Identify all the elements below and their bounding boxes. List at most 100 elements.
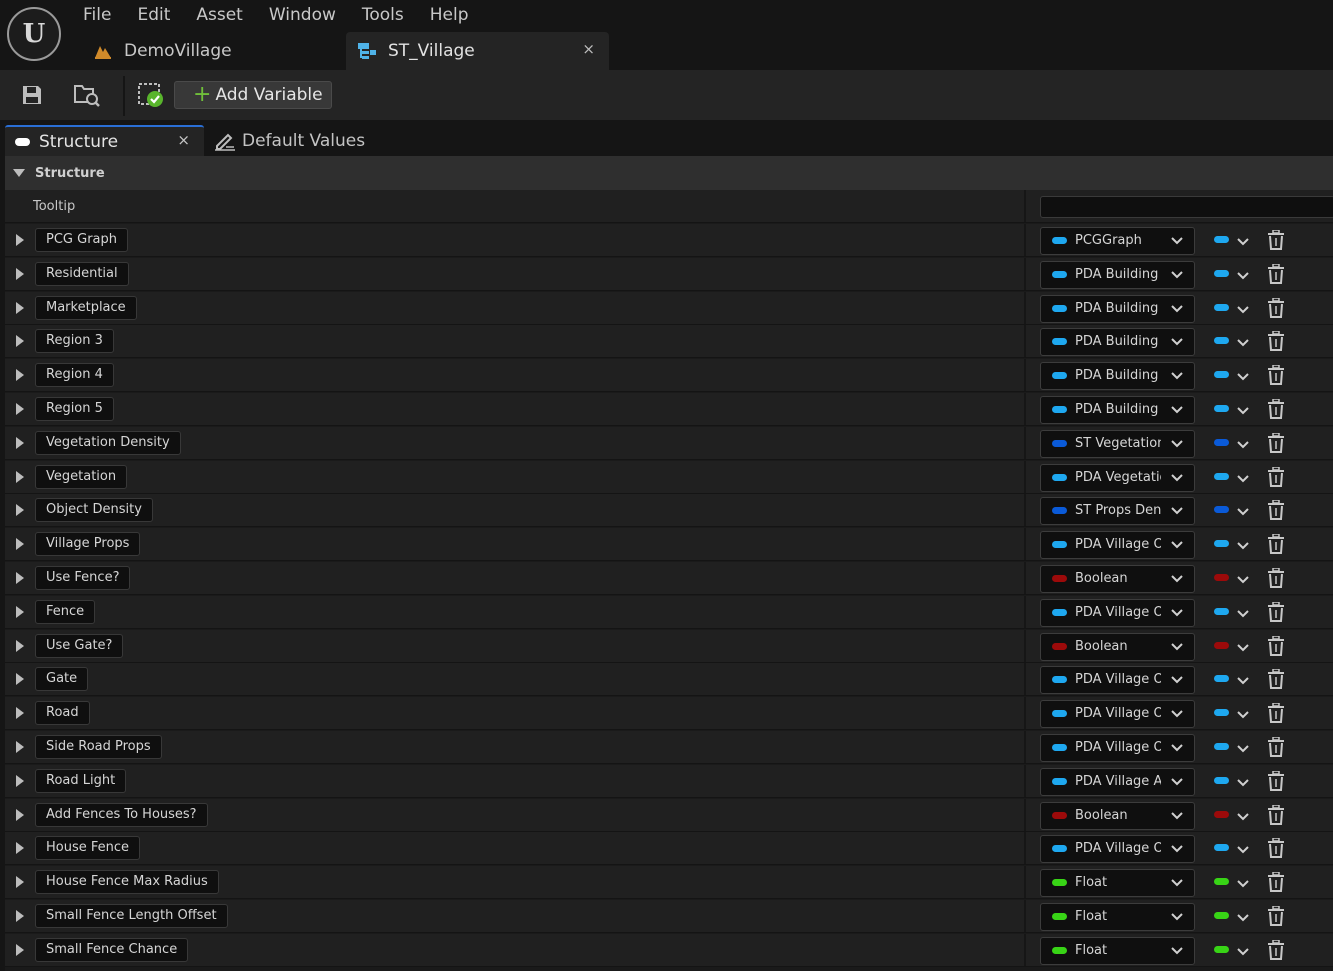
- expand-arrow-icon[interactable]: [16, 436, 24, 449]
- document-tab-st-village[interactable]: ST_Village ×: [346, 32, 609, 70]
- container-type-dropdown[interactable]: [1236, 774, 1250, 793]
- variable-name-field[interactable]: PCG Graph: [35, 228, 128, 252]
- container-type-icon[interactable]: [1214, 641, 1229, 649]
- container-type-icon[interactable]: [1214, 675, 1229, 683]
- column-divider[interactable]: [1024, 359, 1026, 392]
- delete-variable-button[interactable]: [1267, 432, 1285, 457]
- column-divider[interactable]: [1024, 764, 1026, 797]
- collapse-arrow-icon[interactable]: [13, 169, 25, 177]
- expand-arrow-icon[interactable]: [16, 910, 24, 922]
- column-divider[interactable]: [1024, 528, 1026, 561]
- expand-arrow-icon[interactable]: [16, 943, 24, 956]
- expand-arrow-icon[interactable]: [16, 639, 24, 652]
- menu-asset[interactable]: Asset: [183, 0, 255, 30]
- tab-default-values[interactable]: Default Values: [212, 125, 412, 156]
- variable-type-dropdown[interactable]: PDA Building: [1040, 328, 1195, 357]
- delete-variable-button[interactable]: [1267, 567, 1285, 592]
- variable-name-field[interactable]: Small Fence Chance: [35, 937, 189, 962]
- variable-name-field[interactable]: Use Gate?: [35, 633, 124, 658]
- variable-type-dropdown[interactable]: ST Props Dens: [1040, 497, 1195, 526]
- container-type-icon[interactable]: [1214, 269, 1229, 277]
- delete-variable-button[interactable]: [1267, 736, 1285, 761]
- menu-help[interactable]: Help: [417, 0, 482, 30]
- expand-arrow-icon[interactable]: [16, 301, 24, 314]
- container-type-icon[interactable]: [1214, 405, 1229, 412]
- variable-type-dropdown[interactable]: Float: [1040, 936, 1195, 965]
- container-type-dropdown[interactable]: [1236, 436, 1250, 455]
- compile-button[interactable]: [134, 78, 168, 112]
- delete-variable-button[interactable]: [1267, 296, 1285, 322]
- variable-type-dropdown[interactable]: Boolean: [1040, 801, 1195, 830]
- menu-tools[interactable]: Tools: [349, 0, 417, 30]
- variable-name-field[interactable]: House Fence: [35, 836, 141, 861]
- container-type-icon[interactable]: [1214, 438, 1229, 446]
- column-divider[interactable]: [1024, 933, 1026, 966]
- container-type-dropdown[interactable]: [1236, 909, 1250, 928]
- column-divider[interactable]: [1024, 460, 1026, 493]
- variable-type-dropdown[interactable]: PDA Village Ob: [1040, 531, 1195, 560]
- variable-type-dropdown[interactable]: PDA Vegetation: [1040, 463, 1195, 492]
- container-type-dropdown[interactable]: [1236, 571, 1250, 590]
- close-tab-icon[interactable]: ×: [582, 40, 595, 58]
- expand-arrow-icon[interactable]: [16, 234, 24, 246]
- delete-variable-button[interactable]: [1267, 533, 1285, 558]
- delete-variable-button[interactable]: [1267, 871, 1285, 896]
- variable-type-dropdown[interactable]: ST Vegetation D: [1040, 429, 1195, 458]
- delete-variable-button[interactable]: [1267, 263, 1285, 288]
- variable-name-field[interactable]: Vegetation Density: [35, 430, 181, 455]
- column-divider[interactable]: [1024, 426, 1026, 459]
- variable-name-field[interactable]: Village Props: [35, 532, 141, 557]
- delete-variable-button[interactable]: [1267, 837, 1285, 862]
- variable-type-dropdown[interactable]: PDA Building: [1040, 362, 1195, 391]
- container-type-dropdown[interactable]: [1236, 537, 1250, 556]
- container-type-dropdown[interactable]: [1236, 301, 1250, 320]
- delete-variable-button[interactable]: [1267, 499, 1285, 524]
- variable-name-field[interactable]: Fence: [35, 599, 96, 624]
- container-type-icon[interactable]: [1214, 776, 1229, 784]
- container-type-icon[interactable]: [1214, 607, 1229, 615]
- column-divider[interactable]: [1024, 697, 1026, 730]
- container-type-icon[interactable]: [1214, 945, 1229, 953]
- column-divider[interactable]: [1024, 257, 1026, 290]
- variable-name-field[interactable]: Region 4: [35, 363, 114, 388]
- container-type-dropdown[interactable]: [1236, 740, 1250, 759]
- container-type-dropdown[interactable]: [1236, 706, 1250, 725]
- variable-type-dropdown[interactable]: PDA Village Ob: [1040, 598, 1195, 627]
- container-type-icon[interactable]: [1214, 709, 1229, 717]
- tab-structure[interactable]: Structure ×: [5, 125, 204, 156]
- container-type-dropdown[interactable]: [1236, 808, 1250, 827]
- expand-arrow-icon[interactable]: [16, 403, 24, 415]
- column-divider[interactable]: [1024, 224, 1026, 256]
- variable-name-field[interactable]: Small Fence Length Offset: [35, 904, 228, 928]
- unreal-logo-icon[interactable]: U: [7, 7, 61, 61]
- container-type-icon[interactable]: [1214, 236, 1229, 243]
- container-type-icon[interactable]: [1214, 574, 1229, 581]
- delete-variable-button[interactable]: [1267, 668, 1285, 693]
- container-type-dropdown[interactable]: [1236, 672, 1250, 691]
- container-type-icon[interactable]: [1214, 371, 1229, 379]
- column-divider[interactable]: [1024, 494, 1026, 527]
- container-type-dropdown[interactable]: [1236, 841, 1250, 860]
- delete-variable-button[interactable]: [1267, 601, 1285, 626]
- container-type-icon[interactable]: [1214, 878, 1229, 886]
- expand-arrow-icon[interactable]: [16, 741, 24, 753]
- variable-type-dropdown[interactable]: PDA Building: [1040, 396, 1195, 424]
- expand-arrow-icon[interactable]: [16, 808, 24, 821]
- delete-variable-button[interactable]: [1267, 803, 1285, 829]
- category-header-structure[interactable]: Structure: [5, 156, 1333, 190]
- container-type-icon[interactable]: [1214, 540, 1229, 548]
- variable-name-field[interactable]: Marketplace: [35, 295, 137, 320]
- expand-arrow-icon[interactable]: [16, 538, 24, 551]
- save-button[interactable]: [15, 78, 49, 112]
- variable-name-field[interactable]: Road: [35, 701, 90, 726]
- expand-arrow-icon[interactable]: [16, 707, 24, 720]
- variable-name-field[interactable]: Region 5: [35, 397, 114, 421]
- variable-type-dropdown[interactable]: Boolean: [1040, 632, 1195, 661]
- variable-type-dropdown[interactable]: PDA Village Ob: [1040, 666, 1195, 695]
- column-divider[interactable]: [1024, 798, 1026, 831]
- variable-name-field[interactable]: Residential: [35, 261, 129, 286]
- variable-type-dropdown[interactable]: PDA Building: [1040, 260, 1195, 289]
- container-type-icon[interactable]: [1214, 337, 1229, 345]
- delete-variable-button[interactable]: [1267, 939, 1285, 964]
- container-type-icon[interactable]: [1214, 472, 1229, 480]
